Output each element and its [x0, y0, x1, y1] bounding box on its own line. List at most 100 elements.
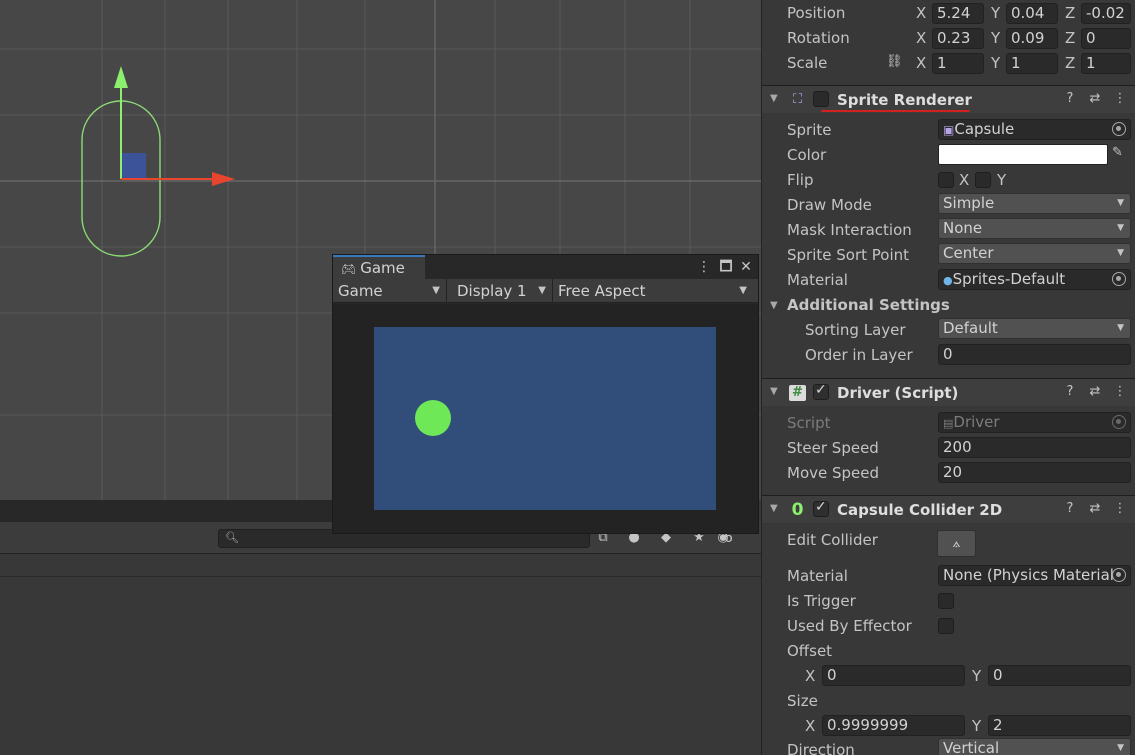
axis-x-label: X	[805, 667, 816, 685]
preset-icon[interactable]: ⇄	[1087, 501, 1103, 519]
steer-speed-field[interactable]: 200	[938, 437, 1131, 458]
aspect-value: Free Aspect	[558, 282, 646, 300]
mask-interaction-dropdown[interactable]: None ▼	[938, 218, 1131, 239]
axis-x-label: X	[916, 54, 927, 72]
scale-z-field[interactable]: 1	[1081, 53, 1131, 74]
sprite-renderer-enabled-checkbox[interactable]	[813, 91, 829, 107]
object-picker-icon[interactable]	[1112, 568, 1126, 582]
size-values-row: X 0.9999999 Y 2	[762, 714, 1135, 739]
scale-x-field[interactable]: 1	[932, 53, 984, 74]
edit-collider-button[interactable]: ⟑	[937, 530, 976, 557]
foldout-arrow-icon[interactable]: ▼	[770, 93, 778, 104]
object-picker-icon[interactable]	[1112, 272, 1126, 286]
order-in-layer-label: Order in Layer	[805, 346, 913, 364]
additional-settings-row[interactable]: ▼ Additional Settings	[762, 293, 1135, 318]
collider-material-field[interactable]: None (Physics Material	[938, 565, 1131, 586]
sprite-row: Sprite ▣Capsule	[762, 118, 1135, 143]
size-x-field[interactable]: 0.9999999	[822, 715, 965, 736]
tab-game-label: Game	[360, 259, 405, 277]
order-in-layer-field[interactable]: 0	[938, 344, 1131, 365]
flip-label: Flip	[787, 171, 814, 189]
move-speed-label: Move Speed	[787, 464, 880, 482]
preset-icon[interactable]: ⇄	[1087, 384, 1103, 402]
help-icon[interactable]: ?	[1062, 384, 1078, 402]
axis-z-label: Z	[1065, 4, 1076, 22]
material-label: Material	[787, 271, 848, 289]
material-field[interactable]: ●Sprites-Default	[938, 269, 1131, 290]
sort-point-dropdown[interactable]: Center ▼	[938, 243, 1131, 264]
rotation-y-field[interactable]: 0.09	[1006, 28, 1058, 49]
preset-icon[interactable]: ⇄	[1087, 91, 1103, 109]
transform-scale-row: Scale ⛓︎ X 1 Y 1 Z 1	[762, 51, 1135, 76]
size-y-field[interactable]: 2	[988, 715, 1131, 736]
position-z-field[interactable]: -0.02	[1081, 3, 1131, 24]
offset-y-field[interactable]: 0	[988, 665, 1131, 686]
driver-script-header[interactable]: ▼ # Driver (Script) ? ⇄ ⋮	[762, 378, 1135, 406]
collider-enabled-checkbox[interactable]	[813, 499, 829, 517]
eyedropper-icon[interactable]: ✎	[1112, 145, 1123, 160]
position-x-field[interactable]: 5.24	[932, 3, 984, 24]
search-icon: 🔍︎	[225, 531, 239, 544]
axis-z-label: Z	[1065, 54, 1076, 72]
direction-dropdown[interactable]: Vertical ▼	[938, 738, 1131, 755]
flip-y-checkbox[interactable]	[975, 172, 991, 188]
chevron-down-icon: ▼	[1117, 198, 1124, 208]
capsule-collider-header[interactable]: ▼ 0 Capsule Collider 2D ? ⇄ ⋮	[762, 495, 1135, 523]
help-icon[interactable]: ?	[1062, 501, 1078, 519]
draw-mode-label: Draw Mode	[787, 196, 872, 214]
more-options-icon[interactable]: ⋮	[1112, 91, 1128, 109]
maximize-icon[interactable]: 🗖︎	[717, 257, 735, 277]
material-asset-icon: ●	[943, 274, 953, 287]
game-window: 🎮︎ Game ⋮ 🗖︎ ✕ Game ▼ Display 1 ▼ Free As…	[332, 254, 759, 534]
sorting-layer-dropdown[interactable]: Default ▼	[938, 318, 1131, 339]
game-toolbar: Game ▼ Display 1 ▼ Free Aspect ▼	[333, 279, 758, 303]
offset-values-row: X 0 Y 0	[762, 664, 1135, 689]
scale-y-field[interactable]: 1	[1006, 53, 1058, 74]
lower-pane: 🔍︎ ⧉ ● ◆ ★ ◉ 6	[0, 522, 761, 755]
foldout-arrow-icon[interactable]: ▼	[770, 300, 778, 311]
capsule-collider-title: Capsule Collider 2D	[837, 501, 1003, 519]
object-picker-icon	[1112, 415, 1126, 429]
game-tabbar: 🎮︎ Game ⋮ 🗖︎ ✕	[333, 255, 758, 279]
aspect-dropdown[interactable]: Free Aspect ▼	[553, 279, 753, 303]
driver-enabled-checkbox[interactable]	[813, 382, 829, 400]
rotation-x-field[interactable]: 0.23	[932, 28, 984, 49]
chevron-down-icon: ▼	[1117, 323, 1124, 333]
sprite-label: Sprite	[787, 121, 832, 139]
plane-handle	[121, 153, 146, 178]
more-options-icon[interactable]: ⋮	[695, 257, 713, 277]
game-viewport[interactable]	[333, 304, 758, 533]
used-by-effector-checkbox[interactable]	[938, 618, 954, 634]
axis-z-label: Z	[1065, 29, 1076, 47]
move-speed-row: Move Speed 20	[762, 461, 1135, 486]
axis-y-label: Y	[991, 54, 1001, 72]
axis-y-label: Y	[991, 4, 1001, 22]
axis-y-label: Y	[972, 667, 982, 685]
rotation-z-field[interactable]: 0	[1081, 28, 1131, 49]
foldout-arrow-icon[interactable]: ▼	[770, 386, 778, 397]
more-options-icon[interactable]: ⋮	[1112, 501, 1128, 519]
is-trigger-checkbox[interactable]	[938, 593, 954, 609]
display-dropdown[interactable]: Display 1 ▼	[447, 279, 553, 303]
close-icon[interactable]: ✕	[737, 257, 755, 277]
color-row: Color ✎	[762, 143, 1135, 168]
offset-x-field[interactable]: 0	[822, 665, 965, 686]
color-swatch[interactable]	[938, 144, 1108, 165]
flip-x-checkbox[interactable]	[938, 172, 954, 188]
used-by-effector-row: Used By Effector	[762, 614, 1135, 639]
sprite-field[interactable]: ▣Capsule	[938, 119, 1131, 140]
sorting-layer-value: Default	[943, 319, 998, 337]
divider	[0, 576, 761, 577]
axis-x-label: X	[805, 717, 816, 735]
constrain-proportions-icon[interactable]: ⛓︎	[886, 54, 903, 69]
help-icon[interactable]: ?	[1062, 91, 1078, 109]
draw-mode-dropdown[interactable]: Simple ▼	[938, 193, 1131, 214]
sprite-renderer-header[interactable]: ▼ ⛶ Sprite Renderer ? ⇄ ⋮	[762, 85, 1135, 113]
foldout-arrow-icon[interactable]: ▼	[770, 503, 778, 514]
move-speed-field[interactable]: 20	[938, 462, 1131, 483]
more-options-icon[interactable]: ⋮	[1112, 384, 1128, 402]
tab-game[interactable]: 🎮︎ Game	[333, 255, 425, 279]
display-mode-dropdown[interactable]: Game ▼	[333, 279, 447, 303]
position-y-field[interactable]: 0.04	[1006, 3, 1058, 24]
object-picker-icon[interactable]	[1112, 122, 1126, 136]
